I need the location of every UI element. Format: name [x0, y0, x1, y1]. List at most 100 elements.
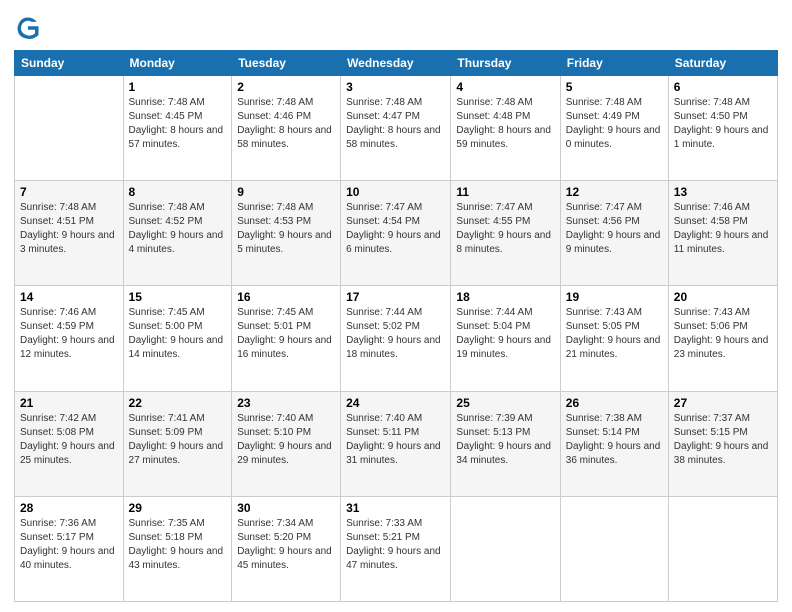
day-number: 11	[456, 185, 554, 199]
day-number: 25	[456, 396, 554, 410]
day-info: Sunrise: 7:36 AMSunset: 5:17 PMDaylight:…	[20, 517, 118, 573]
calendar-week-1: 1 Sunrise: 7:48 AMSunset: 4:45 PMDaylight…	[15, 76, 778, 181]
day-info: Sunrise: 7:46 AMSunset: 4:58 PMDaylight:…	[674, 201, 772, 257]
day-number: 20	[674, 290, 772, 304]
weekday-header-row: SundayMondayTuesdayWednesdayThursdayFrid…	[15, 51, 778, 76]
weekday-header-monday: Monday	[123, 51, 232, 76]
day-number: 1	[129, 80, 227, 94]
day-number: 6	[674, 80, 772, 94]
day-info: Sunrise: 7:37 AMSunset: 5:15 PMDaylight:…	[674, 412, 772, 468]
day-number: 18	[456, 290, 554, 304]
day-info: Sunrise: 7:39 AMSunset: 5:13 PMDaylight:…	[456, 412, 554, 468]
calendar-week-3: 14 Sunrise: 7:46 AMSunset: 4:59 PMDayligh…	[15, 286, 778, 391]
day-number: 10	[346, 185, 445, 199]
weekday-header-thursday: Thursday	[451, 51, 560, 76]
calendar-cell	[560, 496, 668, 601]
day-number: 14	[20, 290, 118, 304]
calendar-cell: 20 Sunrise: 7:43 AMSunset: 5:06 PMDayligh…	[668, 286, 777, 391]
day-number: 15	[129, 290, 227, 304]
weekday-header-tuesday: Tuesday	[232, 51, 341, 76]
weekday-header-wednesday: Wednesday	[341, 51, 451, 76]
logo	[14, 14, 46, 42]
day-number: 22	[129, 396, 227, 410]
day-info: Sunrise: 7:35 AMSunset: 5:18 PMDaylight:…	[129, 517, 227, 573]
day-info: Sunrise: 7:47 AMSunset: 4:56 PMDaylight:…	[566, 201, 663, 257]
day-info: Sunrise: 7:40 AMSunset: 5:11 PMDaylight:…	[346, 412, 445, 468]
calendar-cell: 10 Sunrise: 7:47 AMSunset: 4:54 PMDayligh…	[341, 181, 451, 286]
calendar-cell	[451, 496, 560, 601]
day-number: 17	[346, 290, 445, 304]
calendar-cell: 7Sunrise: 7:48 AMSunset: 4:51 PMDaylight…	[15, 181, 124, 286]
calendar-cell: 25 Sunrise: 7:39 AMSunset: 5:13 PMDayligh…	[451, 391, 560, 496]
day-info: Sunrise: 7:48 AMSunset: 4:46 PMDaylight:…	[237, 96, 335, 152]
day-number: 9	[237, 185, 335, 199]
day-info: Sunrise: 7:48 AMSunset: 4:47 PMDaylight:…	[346, 96, 445, 152]
day-info: Sunrise: 7:47 AMSunset: 4:55 PMDaylight:…	[456, 201, 554, 257]
calendar-cell: 31Sunrise: 7:33 AMSunset: 5:21 PMDayligh…	[341, 496, 451, 601]
calendar-cell: 13 Sunrise: 7:46 AMSunset: 4:58 PMDayligh…	[668, 181, 777, 286]
day-info: Sunrise: 7:40 AMSunset: 5:10 PMDaylight:…	[237, 412, 335, 468]
calendar-cell: 6Sunrise: 7:48 AMSunset: 4:50 PMDaylight…	[668, 76, 777, 181]
day-info: Sunrise: 7:42 AMSunset: 5:08 PMDaylight:…	[20, 412, 118, 468]
day-number: 4	[456, 80, 554, 94]
day-info: Sunrise: 7:46 AMSunset: 4:59 PMDaylight:…	[20, 306, 118, 362]
calendar-cell: 15 Sunrise: 7:45 AMSunset: 5:00 PMDayligh…	[123, 286, 232, 391]
calendar-cell	[15, 76, 124, 181]
day-number: 16	[237, 290, 335, 304]
day-info: Sunrise: 7:48 AMSunset: 4:51 PMDaylight:…	[20, 201, 118, 257]
day-info: Sunrise: 7:48 AMSunset: 4:52 PMDaylight:…	[129, 201, 227, 257]
day-number: 12	[566, 185, 663, 199]
day-number: 19	[566, 290, 663, 304]
day-number: 5	[566, 80, 663, 94]
calendar-cell: 26Sunrise: 7:38 AMSunset: 5:14 PMDayligh…	[560, 391, 668, 496]
day-number: 24	[346, 396, 445, 410]
day-number: 28	[20, 501, 118, 515]
day-info: Sunrise: 7:45 AMSunset: 5:01 PMDaylight:…	[237, 306, 335, 362]
day-number: 29	[129, 501, 227, 515]
calendar-cell: 29 Sunrise: 7:35 AMSunset: 5:18 PMDayligh…	[123, 496, 232, 601]
calendar-cell: 3 Sunrise: 7:48 AMSunset: 4:47 PMDaylight…	[341, 76, 451, 181]
calendar-cell: 8Sunrise: 7:48 AMSunset: 4:52 PMDaylight…	[123, 181, 232, 286]
calendar-week-5: 28 Sunrise: 7:36 AMSunset: 5:17 PMDayligh…	[15, 496, 778, 601]
calendar-cell: 16 Sunrise: 7:45 AMSunset: 5:01 PMDayligh…	[232, 286, 341, 391]
day-info: Sunrise: 7:45 AMSunset: 5:00 PMDaylight:…	[129, 306, 227, 362]
calendar-cell: 21Sunrise: 7:42 AMSunset: 5:08 PMDayligh…	[15, 391, 124, 496]
calendar-cell: 5 Sunrise: 7:48 AMSunset: 4:49 PMDaylight…	[560, 76, 668, 181]
day-info: Sunrise: 7:43 AMSunset: 5:05 PMDaylight:…	[566, 306, 663, 362]
day-info: Sunrise: 7:43 AMSunset: 5:06 PMDaylight:…	[674, 306, 772, 362]
calendar-cell: 30Sunrise: 7:34 AMSunset: 5:20 PMDayligh…	[232, 496, 341, 601]
calendar-cell: 18 Sunrise: 7:44 AMSunset: 5:04 PMDayligh…	[451, 286, 560, 391]
calendar-cell: 24 Sunrise: 7:40 AMSunset: 5:11 PMDayligh…	[341, 391, 451, 496]
calendar-week-4: 21Sunrise: 7:42 AMSunset: 5:08 PMDayligh…	[15, 391, 778, 496]
day-number: 3	[346, 80, 445, 94]
calendar-cell: 14 Sunrise: 7:46 AMSunset: 4:59 PMDayligh…	[15, 286, 124, 391]
calendar-cell: 27 Sunrise: 7:37 AMSunset: 5:15 PMDayligh…	[668, 391, 777, 496]
logo-icon	[14, 14, 42, 42]
day-number: 13	[674, 185, 772, 199]
calendar-cell: 9 Sunrise: 7:48 AMSunset: 4:53 PMDaylight…	[232, 181, 341, 286]
calendar-cell: 23Sunrise: 7:40 AMSunset: 5:10 PMDayligh…	[232, 391, 341, 496]
day-number: 2	[237, 80, 335, 94]
calendar-week-2: 7Sunrise: 7:48 AMSunset: 4:51 PMDaylight…	[15, 181, 778, 286]
day-number: 31	[346, 501, 445, 515]
day-info: Sunrise: 7:41 AMSunset: 5:09 PMDaylight:…	[129, 412, 227, 468]
calendar-cell: 11 Sunrise: 7:47 AMSunset: 4:55 PMDayligh…	[451, 181, 560, 286]
day-number: 26	[566, 396, 663, 410]
calendar-cell: 19 Sunrise: 7:43 AMSunset: 5:05 PMDayligh…	[560, 286, 668, 391]
day-info: Sunrise: 7:48 AMSunset: 4:48 PMDaylight:…	[456, 96, 554, 152]
calendar-cell: 1 Sunrise: 7:48 AMSunset: 4:45 PMDaylight…	[123, 76, 232, 181]
day-number: 27	[674, 396, 772, 410]
day-info: Sunrise: 7:47 AMSunset: 4:54 PMDaylight:…	[346, 201, 445, 257]
calendar-cell: 22 Sunrise: 7:41 AMSunset: 5:09 PMDayligh…	[123, 391, 232, 496]
day-info: Sunrise: 7:48 AMSunset: 4:45 PMDaylight:…	[129, 96, 227, 152]
calendar-cell	[668, 496, 777, 601]
day-info: Sunrise: 7:48 AMSunset: 4:53 PMDaylight:…	[237, 201, 335, 257]
day-info: Sunrise: 7:44 AMSunset: 5:04 PMDaylight:…	[456, 306, 554, 362]
day-info: Sunrise: 7:48 AMSunset: 4:49 PMDaylight:…	[566, 96, 663, 152]
weekday-header-sunday: Sunday	[15, 51, 124, 76]
calendar-table: SundayMondayTuesdayWednesdayThursdayFrid…	[14, 50, 778, 602]
calendar-cell: 28 Sunrise: 7:36 AMSunset: 5:17 PMDayligh…	[15, 496, 124, 601]
calendar-cell: 4 Sunrise: 7:48 AMSunset: 4:48 PMDaylight…	[451, 76, 560, 181]
day-info: Sunrise: 7:34 AMSunset: 5:20 PMDaylight:…	[237, 517, 335, 573]
day-info: Sunrise: 7:44 AMSunset: 5:02 PMDaylight:…	[346, 306, 445, 362]
